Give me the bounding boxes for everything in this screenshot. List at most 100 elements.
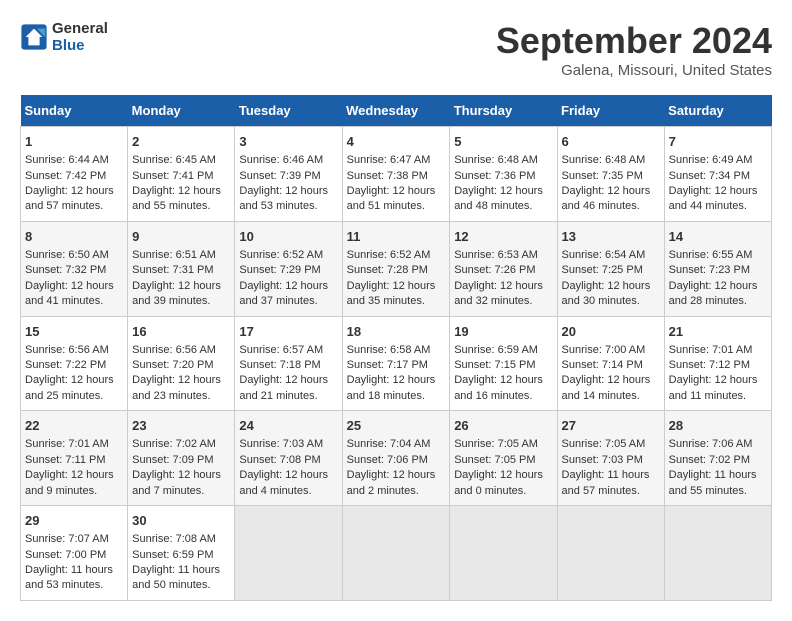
day-info: Sunset: 7:31 PM [132,263,230,278]
calendar-cell: 11Sunrise: 6:52 AMSunset: 7:28 PMDayligh… [342,221,450,316]
calendar-cell: 20Sunrise: 7:00 AMSunset: 7:14 PMDayligh… [557,316,664,411]
day-of-week-header: SundayMondayTuesdayWednesdayThursdayFrid… [21,95,772,127]
day-number: 20 [562,323,660,341]
day-info: Sunset: 7:34 PM [669,169,767,184]
day-info: Sunset: 7:12 PM [669,358,767,373]
day-info: Sunset: 7:35 PM [562,169,660,184]
calendar-cell: 18Sunrise: 6:58 AMSunset: 7:17 PMDayligh… [342,316,450,411]
day-info: Daylight: 12 hours and 39 minutes. [132,279,230,310]
day-info: Sunrise: 6:55 AM [669,248,767,263]
week-row-4: 22Sunrise: 7:01 AMSunset: 7:11 PMDayligh… [21,411,772,506]
day-info: Daylight: 12 hours and 53 minutes. [239,184,337,215]
calendar-cell: 9Sunrise: 6:51 AMSunset: 7:31 PMDaylight… [128,221,235,316]
calendar-table: SundayMondayTuesdayWednesdayThursdayFrid… [20,95,772,601]
dow-friday: Friday [557,95,664,127]
dow-saturday: Saturday [664,95,771,127]
day-info: Sunrise: 6:47 AM [347,153,446,168]
calendar-body: 1Sunrise: 6:44 AMSunset: 7:42 PMDaylight… [21,127,772,601]
day-info: Daylight: 12 hours and 16 minutes. [454,373,552,404]
day-info: Sunrise: 7:07 AM [25,532,123,547]
dow-thursday: Thursday [450,95,557,127]
day-number: 15 [25,323,123,341]
calendar-cell: 15Sunrise: 6:56 AMSunset: 7:22 PMDayligh… [21,316,128,411]
month-title: September 2024 [496,20,772,62]
day-info: Sunrise: 6:52 AM [239,248,337,263]
week-row-5: 29 Sunrise: 7:07 AMSunset: 7:00 PM Dayligh… [21,506,772,601]
day-number: 6 [562,133,660,151]
day-info: Daylight: 12 hours and 9 minutes. [25,468,123,499]
day-number: 29 [25,512,123,530]
day-info: Sunset: 7:22 PM [25,358,123,373]
day-info: Daylight: 12 hours and 30 minutes. [562,279,660,310]
dow-sunday: Sunday [21,95,128,127]
day-number: 25 [347,417,446,435]
day-number: 10 [239,228,337,246]
day-number: 11 [347,228,446,246]
day-info: Daylight: 12 hours and 55 minutes. [132,184,230,215]
calendar-cell [664,506,771,601]
week-row-3: 15Sunrise: 6:56 AMSunset: 7:22 PMDayligh… [21,316,772,411]
day-info: Sunrise: 7:01 AM [25,437,123,452]
calendar-cell [235,506,342,601]
calendar-cell: 17Sunrise: 6:57 AMSunset: 7:18 PMDayligh… [235,316,342,411]
day-info: Sunrise: 7:00 AM [562,343,660,358]
day-info: Daylight: 12 hours and 21 minutes. [239,373,337,404]
day-info: Sunset: 7:42 PM [25,169,123,184]
day-info: Sunset: 7:36 PM [454,169,552,184]
day-number: 30 [132,512,230,530]
day-number: 14 [669,228,767,246]
day-info: Sunset: 7:17 PM [347,358,446,373]
day-info: Sunrise: 7:03 AM [239,437,337,452]
day-info: Sunset: 7:05 PM [454,453,552,468]
day-info: Sunrise: 7:02 AM [132,437,230,452]
calendar-cell: 3Sunrise: 6:46 AMSunset: 7:39 PMDaylight… [235,127,342,222]
day-info: Sunrise: 6:49 AM [669,153,767,168]
calendar-cell [450,506,557,601]
day-info: Daylight: 12 hours and 18 minutes. [347,373,446,404]
day-info: Sunset: 7:06 PM [347,453,446,468]
day-info: Sunset: 7:28 PM [347,263,446,278]
day-number: 27 [562,417,660,435]
day-number: 4 [347,133,446,151]
logo-text: General Blue [52,20,108,54]
day-number: 12 [454,228,552,246]
calendar-cell: 12Sunrise: 6:53 AMSunset: 7:26 PMDayligh… [450,221,557,316]
day-info: Sunset: 7:38 PM [347,169,446,184]
calendar-cell: 6Sunrise: 6:48 AMSunset: 7:35 PMDaylight… [557,127,664,222]
day-info: Sunset: 7:15 PM [454,358,552,373]
day-number: 2 [132,133,230,151]
day-info: Sunrise: 6:54 AM [562,248,660,263]
calendar-cell: 16Sunrise: 6:56 AMSunset: 7:20 PMDayligh… [128,316,235,411]
day-info: Sunrise: 6:46 AM [239,153,337,168]
calendar-cell: 22Sunrise: 7:01 AMSunset: 7:11 PMDayligh… [21,411,128,506]
day-number: 1 [25,133,123,151]
day-info: Sunset: 7:00 PM [25,548,123,563]
calendar-cell: 29Sunrise: 7:07 AMSunset: 7:00 PMDayligh… [21,506,128,601]
day-number: 5 [454,133,552,151]
day-info: Sunset: 7:26 PM [454,263,552,278]
calendar-cell: 25Sunrise: 7:04 AMSunset: 7:06 PMDayligh… [342,411,450,506]
day-info: Sunrise: 6:58 AM [347,343,446,358]
calendar-cell: 28Sunrise: 7:06 AMSunset: 7:02 PMDayligh… [664,411,771,506]
day-info: Sunrise: 6:48 AM [562,153,660,168]
day-info: Sunrise: 7:01 AM [669,343,767,358]
day-info: Daylight: 12 hours and 0 minutes. [454,468,552,499]
day-info: Sunrise: 6:56 AM [25,343,123,358]
calendar-cell: 5Sunrise: 6:48 AMSunset: 7:36 PMDaylight… [450,127,557,222]
title-block: September 2024 Galena, Missouri, United … [496,20,772,79]
day-info: Sunset: 7:18 PM [239,358,337,373]
calendar-cell: 30Sunrise: 7:08 AMSunset: 6:59 PMDayligh… [128,506,235,601]
calendar-cell: 24Sunrise: 7:03 AMSunset: 7:08 PMDayligh… [235,411,342,506]
day-info: Sunset: 7:41 PM [132,169,230,184]
day-info: Sunrise: 6:48 AM [454,153,552,168]
day-info: Sunset: 7:14 PM [562,358,660,373]
day-info: Sunset: 7:03 PM [562,453,660,468]
day-info: Daylight: 11 hours and 50 minutes. [132,563,230,594]
day-info: Sunrise: 6:44 AM [25,153,123,168]
day-info: Sunrise: 6:56 AM [132,343,230,358]
day-info: Daylight: 12 hours and 57 minutes. [25,184,123,215]
day-info: Daylight: 12 hours and 37 minutes. [239,279,337,310]
day-info: Sunrise: 7:05 AM [454,437,552,452]
day-info: Sunrise: 6:57 AM [239,343,337,358]
day-number: 3 [239,133,337,151]
